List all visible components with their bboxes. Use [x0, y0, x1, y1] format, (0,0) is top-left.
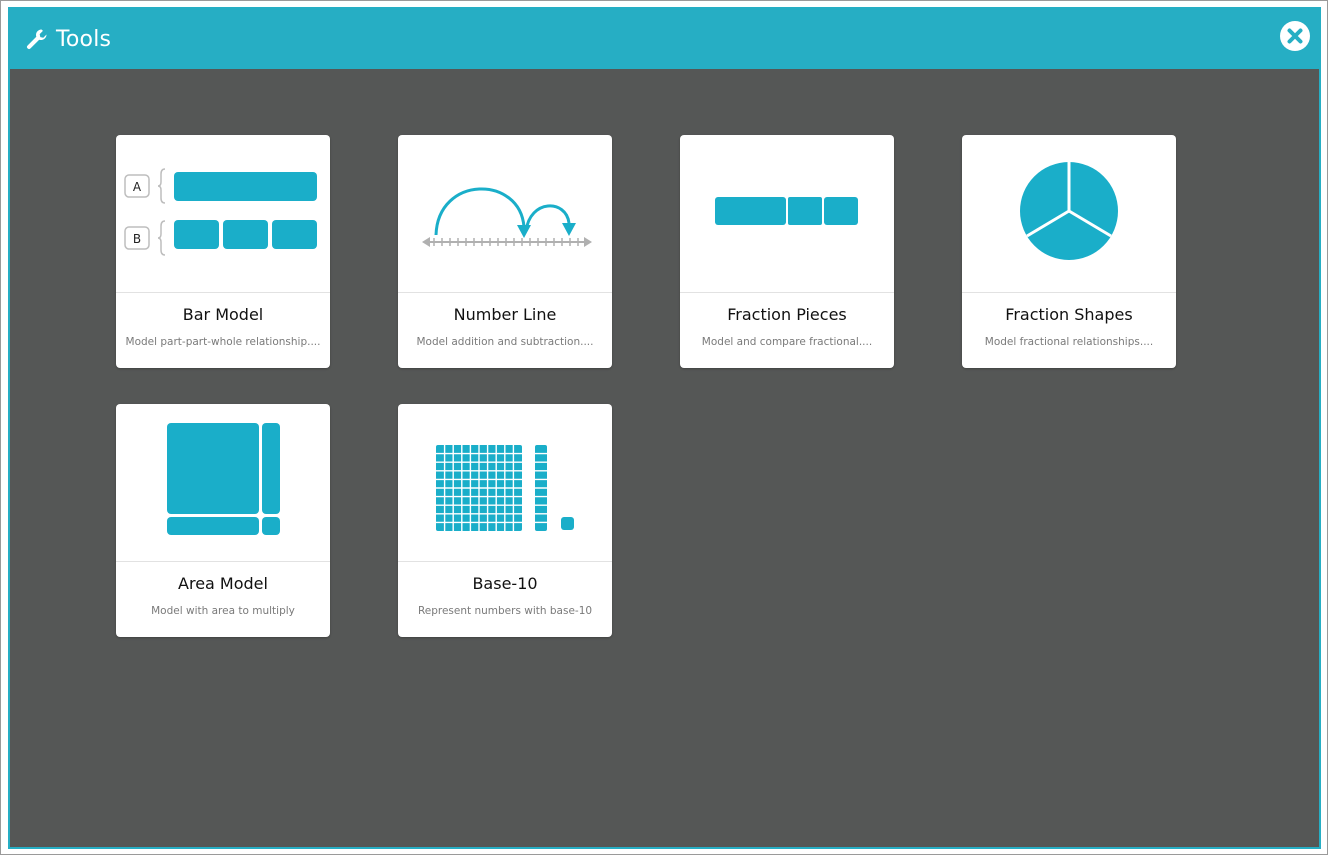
tool-description: Model fractional relationships.... [984, 336, 1154, 348]
wrench-icon [26, 28, 48, 50]
tool-card-bar-model[interactable]: A B Bar Model Model part-part-whole rela… [116, 135, 330, 368]
tool-card-fraction-shapes[interactable]: Fraction Shapes Model fractional relatio… [962, 135, 1176, 368]
tool-title: Fraction Shapes [1005, 305, 1133, 324]
tool-title: Number Line [453, 305, 557, 324]
tool-card-base-10[interactable]: Base-10 Represent numbers with base-10 [398, 404, 612, 637]
base-10-icon [398, 404, 612, 562]
tools-dialog: Tools A B Bar Model Model part-part-whol… [8, 7, 1321, 849]
bar-label-a: A [133, 180, 142, 194]
area-model-icon [116, 404, 330, 562]
fraction-pieces-icon [680, 135, 894, 293]
tool-description: Model part-part-whole relationship.... [125, 336, 321, 348]
dialog-title: Tools [56, 26, 112, 52]
tool-title: Fraction Pieces [727, 305, 847, 324]
bar-label-b: B [133, 232, 141, 246]
tool-title: Base-10 [472, 574, 538, 593]
header-title: Tools [26, 23, 111, 55]
number-line-icon [398, 135, 612, 293]
dialog-header: Tools [10, 9, 1319, 69]
tool-card-fraction-pieces[interactable]: Fraction Pieces Model and compare fracti… [680, 135, 894, 368]
close-button[interactable] [1280, 21, 1310, 51]
fraction-shapes-icon [962, 135, 1176, 293]
tool-description: Represent numbers with base-10 [417, 605, 593, 617]
tool-title: Area Model [178, 574, 268, 593]
tool-description: Model addition and subtraction.... [416, 336, 594, 348]
tool-title: Bar Model [182, 305, 264, 324]
bar-model-icon: A B [116, 135, 330, 293]
tool-card-area-model[interactable]: Area Model Model with area to multiply [116, 404, 330, 637]
tool-description: Model with area to multiply [151, 605, 295, 617]
close-icon[interactable] [1280, 21, 1310, 51]
tool-description: Model and compare fractional.... [701, 336, 873, 348]
tool-card-number-line[interactable]: Number Line Model addition and subtracti… [398, 135, 612, 368]
